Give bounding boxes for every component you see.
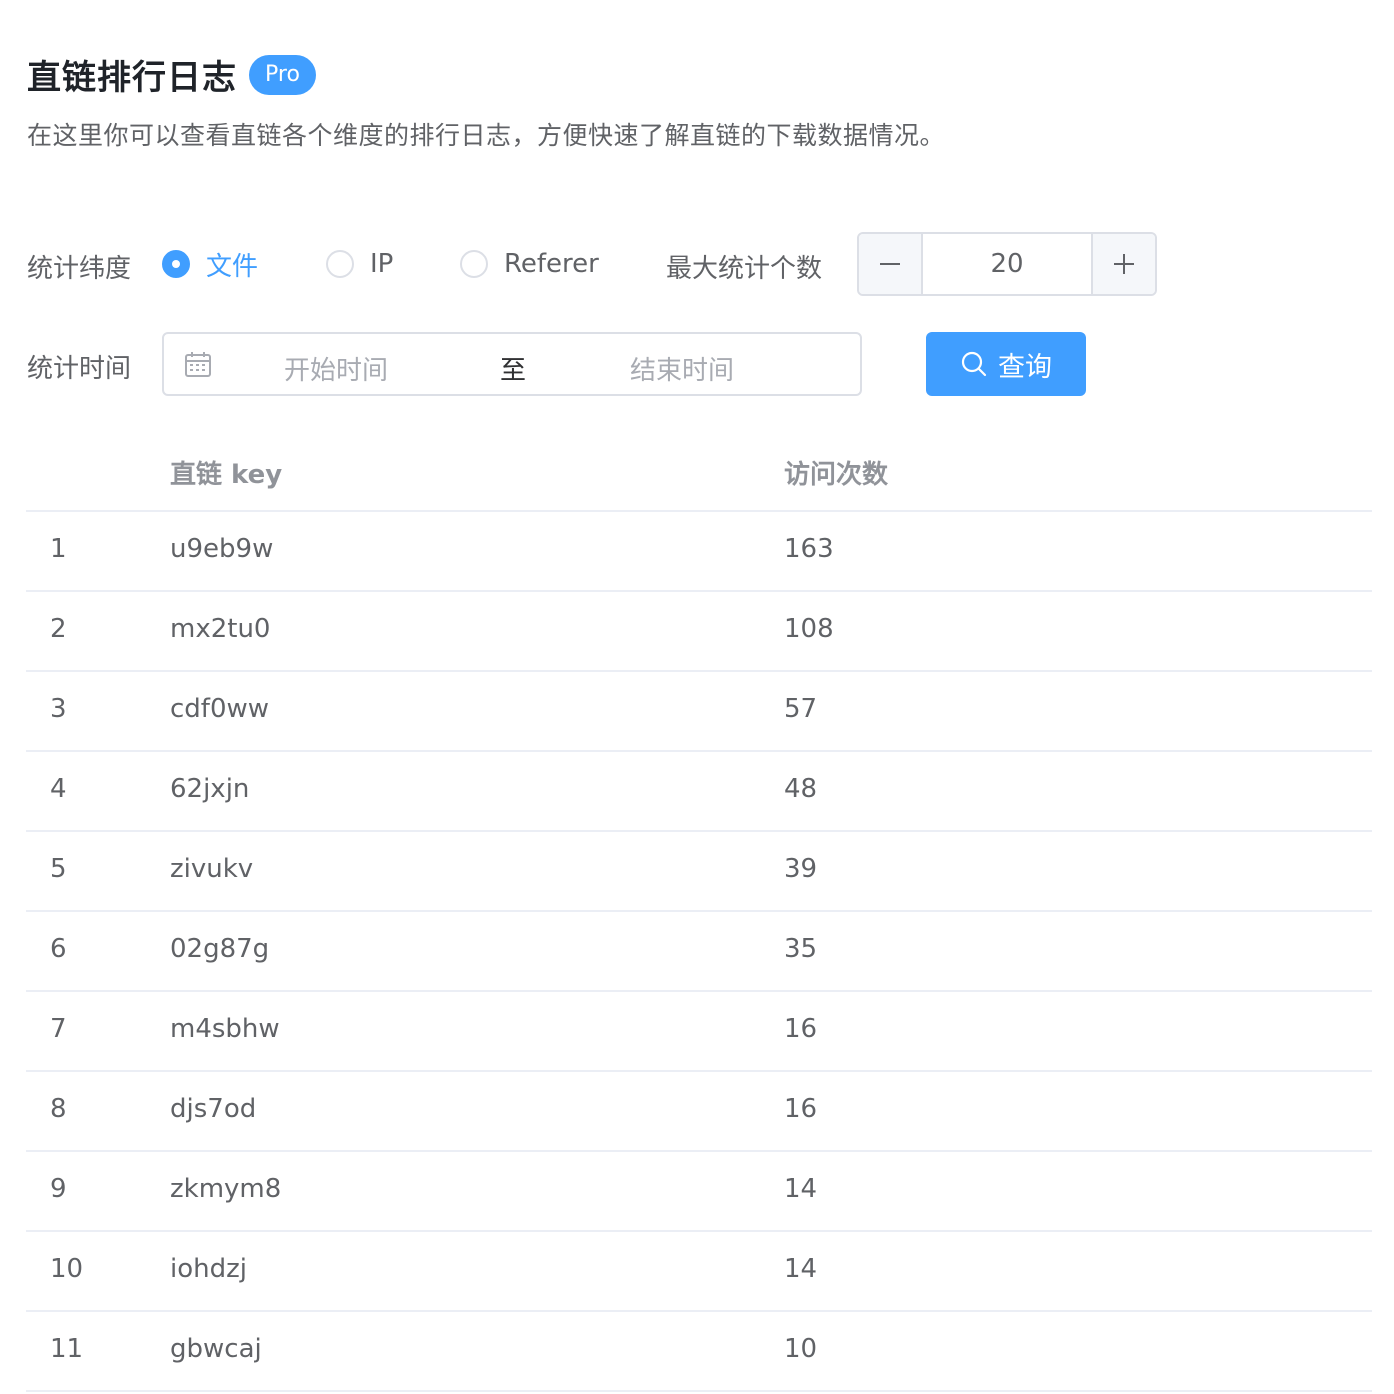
page-header: 直链排行日志 Pro: [27, 50, 316, 99]
table-row: 1 u9eb9w 163: [26, 512, 1372, 592]
row-key: iohdzj: [170, 1254, 247, 1284]
max-count-stepper[interactable]: 20: [857, 232, 1157, 296]
table-row: 8 djs7od 16: [26, 1072, 1372, 1152]
max-count-label: 最大统计个数: [666, 254, 823, 284]
row-key: djs7od: [170, 1094, 257, 1124]
row-key: m4sbhw: [170, 1014, 280, 1044]
row-index: 9: [50, 1174, 67, 1204]
row-count: 16: [784, 1094, 818, 1124]
row-count: 57: [784, 694, 818, 724]
radio-file[interactable]: 文件: [162, 244, 258, 284]
row-count: 48: [784, 774, 818, 804]
row-count: 10: [784, 1334, 818, 1364]
search-icon: [961, 351, 987, 377]
row-index: 11: [50, 1334, 84, 1364]
plus-icon: [1114, 254, 1134, 274]
row-count: 14: [784, 1254, 818, 1284]
table-row: 2 mx2tu0 108: [26, 592, 1372, 672]
radio-referer-label: Referer: [504, 249, 599, 279]
query-button[interactable]: 查询: [926, 332, 1086, 396]
query-button-label: 查询: [998, 351, 1052, 383]
row-key: zkmym8: [170, 1174, 282, 1204]
table-row: 7 m4sbhw 16: [26, 992, 1372, 1072]
table-row: 3 cdf0ww 57: [26, 672, 1372, 752]
page-title: 直链排行日志: [27, 58, 237, 98]
range-separator: 至: [500, 356, 527, 386]
table-row: 5 zivukv 39: [26, 832, 1372, 912]
row-index: 3: [50, 694, 67, 724]
header-key: 直链 key: [170, 460, 283, 490]
rank-table: 直链 key 访问次数 1 u9eb9w 163 2 mx2tu0 108 3 …: [26, 432, 1372, 1392]
row-key: 62jxjn: [170, 774, 250, 804]
increment-button[interactable]: [1091, 234, 1155, 294]
row-index: 1: [50, 534, 67, 564]
row-index: 2: [50, 614, 67, 644]
row-index: 7: [50, 1014, 67, 1044]
radio-file-label: 文件: [206, 251, 259, 282]
time-label: 统计时间: [27, 354, 132, 384]
table-row: 10 iohdzj 14: [26, 1232, 1372, 1312]
radio-referer[interactable]: Referer: [460, 244, 599, 284]
decrement-button[interactable]: [859, 234, 923, 294]
pro-badge: Pro: [249, 54, 316, 95]
row-count: 39: [784, 854, 818, 884]
minus-icon: [880, 263, 900, 265]
row-key: zivukv: [170, 854, 254, 884]
row-count: 16: [784, 1014, 818, 1044]
row-key: mx2tu0: [170, 614, 271, 644]
row-index: 6: [50, 934, 67, 964]
row-key: gbwcaj: [170, 1334, 262, 1364]
max-count-input[interactable]: 20: [923, 234, 1091, 294]
end-time-input[interactable]: 结束时间: [630, 350, 740, 387]
row-count: 108: [784, 614, 834, 644]
row-key: cdf0ww: [170, 694, 270, 724]
radio-ip[interactable]: IP: [326, 244, 393, 284]
date-range-picker[interactable]: 开始时间 至 结束时间: [162, 332, 862, 396]
row-key: u9eb9w: [170, 534, 274, 564]
table-row: 11 gbwcaj 10: [26, 1312, 1372, 1392]
table-row: 4 62jxjn 48: [26, 752, 1372, 832]
table-header: 直链 key 访问次数: [26, 432, 1372, 512]
radio-ip-circle[interactable]: [326, 250, 354, 278]
radio-referer-circle[interactable]: [460, 250, 488, 278]
row-key: 02g87g: [170, 934, 270, 964]
row-index: 10: [50, 1254, 84, 1284]
page-description: 在这里你可以查看直链各个维度的排行日志，方便快速了解直链的下载数据情况。: [27, 121, 946, 150]
row-count: 14: [784, 1174, 818, 1204]
dimension-label: 统计纬度: [27, 254, 132, 284]
table-row: 6 02g87g 35: [26, 912, 1372, 992]
table-row: 9 zkmym8 14: [26, 1152, 1372, 1232]
row-index: 4: [50, 774, 67, 804]
calendar-icon: [185, 352, 211, 377]
start-time-input[interactable]: 开始时间: [284, 350, 394, 387]
radio-ip-label: IP: [370, 249, 394, 279]
row-count: 35: [784, 934, 818, 964]
radio-file-circle[interactable]: [162, 250, 190, 278]
row-count: 163: [784, 534, 834, 564]
rank-log-page: 直链排行日志 Pro 在这里你可以查看直链各个维度的排行日志，方便快速了解直链的…: [0, 0, 1394, 1394]
header-count: 访问次数: [784, 460, 889, 490]
row-index: 5: [50, 854, 67, 884]
row-index: 8: [50, 1094, 67, 1124]
